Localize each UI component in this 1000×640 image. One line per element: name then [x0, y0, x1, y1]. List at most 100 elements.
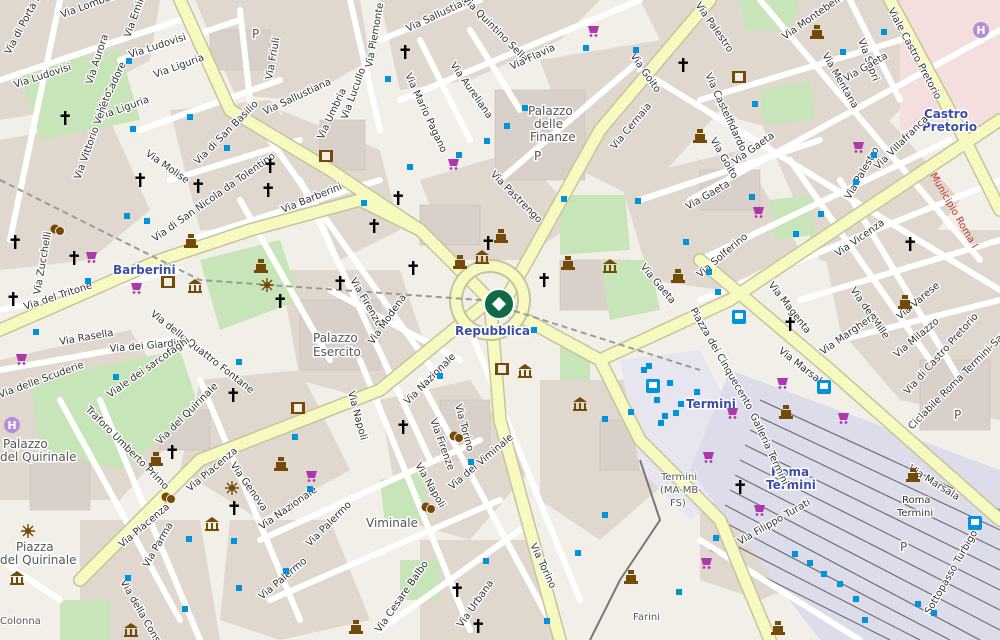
- bus-stop-icon[interactable]: [182, 606, 188, 612]
- bus-stop-icon[interactable]: [124, 213, 130, 219]
- bus-stop-icon[interactable]: [385, 76, 391, 82]
- bus-stop-icon[interactable]: [635, 198, 641, 204]
- cinema-icon[interactable]: [495, 363, 509, 375]
- bus-stop-icon[interactable]: [694, 389, 700, 395]
- cinema-icon[interactable]: [161, 276, 175, 288]
- bus-stop-icon[interactable]: [283, 568, 289, 574]
- bus-stop-icon[interactable]: [531, 327, 537, 333]
- bus-stop-icon[interactable]: [292, 434, 298, 440]
- bus-stop-icon[interactable]: [821, 571, 827, 577]
- bus-stop-icon[interactable]: [407, 164, 413, 170]
- bus-stop-icon[interactable]: [468, 459, 474, 465]
- bus-stop-icon[interactable]: [713, 535, 719, 541]
- bus-stop-icon[interactable]: [732, 310, 746, 324]
- bus-stop-icon[interactable]: [522, 105, 528, 111]
- bus-stop-icon[interactable]: [130, 126, 136, 132]
- bus-stop-icon[interactable]: [483, 558, 489, 564]
- bus-stop-icon[interactable]: [678, 401, 684, 407]
- bus-stop-icon[interactable]: [793, 231, 799, 237]
- fountain-icon[interactable]: [21, 524, 35, 538]
- bus-stop-icon[interactable]: [853, 179, 859, 185]
- label-colonna: Colonna: [0, 616, 41, 627]
- bus-stop-icon[interactable]: [840, 49, 846, 55]
- bus-stop-icon[interactable]: [862, 617, 868, 623]
- bus-stop-icon[interactable]: [126, 58, 132, 64]
- bus-stop-icon[interactable]: [561, 196, 567, 202]
- fountain-icon[interactable]: [225, 481, 239, 495]
- bus-stop-icon[interactable]: [575, 550, 581, 556]
- label-p-north: P: [252, 27, 259, 41]
- street-rome-termini-mini-2: Termini: [896, 508, 933, 519]
- bus-stop-icon[interactable]: [968, 516, 982, 530]
- label-viminale: Viminale: [366, 516, 418, 530]
- label-palazzo-esercito-1: Palazzo: [313, 331, 358, 345]
- bus-stop-icon[interactable]: [33, 329, 39, 335]
- bus-stop-icon[interactable]: [817, 380, 831, 394]
- bus-stop-icon[interactable]: [667, 380, 673, 386]
- bus-stop-icon[interactable]: [628, 409, 634, 415]
- bus-stop-icon[interactable]: [307, 486, 313, 492]
- label-termini-mamb-2: (MA-MB-: [660, 485, 702, 496]
- bus-stop-icon[interactable]: [646, 363, 652, 369]
- bus-stop-icon[interactable]: [871, 152, 877, 158]
- bus-stop-icon[interactable]: [715, 289, 721, 295]
- bus-stop-icon[interactable]: [583, 45, 589, 51]
- bus-stop-icon[interactable]: [186, 536, 192, 542]
- bus-stop-icon[interactable]: [837, 581, 843, 587]
- bus-stop-icon[interactable]: [144, 218, 150, 224]
- bus-stop-icon[interactable]: [236, 359, 242, 365]
- map-canvas[interactable]: Barberini Repubblica Termini CastroPretorio…: [0, 0, 1000, 640]
- bus-stop-icon[interactable]: [646, 379, 660, 393]
- bus-stop-icon[interactable]: [602, 416, 608, 422]
- bus-stop-icon[interactable]: [602, 512, 608, 518]
- bus-stop-icon[interactable]: [633, 47, 639, 53]
- bus-stop-icon[interactable]: [654, 397, 660, 403]
- bus-stop-icon[interactable]: [361, 200, 367, 206]
- label-palazzo-esercito-2: Esercito: [313, 345, 361, 359]
- bus-stop-icon[interactable]: [125, 575, 131, 581]
- bus-stop-icon[interactable]: [807, 560, 813, 566]
- fountain-icon[interactable]: [260, 278, 274, 292]
- bus-stop-icon[interactable]: [792, 551, 798, 557]
- bus-stop-icon[interactable]: [915, 601, 921, 607]
- location-pin-icon[interactable]: [483, 288, 515, 320]
- cinema-icon[interactable]: [732, 71, 746, 83]
- label-palazzo-finanze-2: delle: [534, 117, 563, 131]
- hospital-icon[interactable]: H: [973, 22, 989, 38]
- bus-stop-icon[interactable]: [231, 538, 237, 544]
- bus-stop-icon[interactable]: [437, 373, 443, 379]
- bus-stop-icon[interactable]: [224, 145, 230, 151]
- label-p-finanze: P: [534, 149, 541, 163]
- map-view[interactable]: Barberini Repubblica Termini Castro Pretorio…: [0, 0, 1000, 640]
- bus-stop-icon[interactable]: [113, 374, 119, 380]
- hospital-icon[interactable]: H: [4, 417, 20, 433]
- label-barberini: Barberini: [113, 263, 176, 277]
- bus-stop-icon[interactable]: [676, 589, 682, 595]
- bus-stop-icon[interactable]: [931, 610, 937, 616]
- bus-stop-icon[interactable]: [853, 596, 859, 602]
- bus-stop-icon[interactable]: [484, 138, 490, 144]
- bus-stop-icon[interactable]: [187, 114, 193, 120]
- bus-stop-icon[interactable]: [706, 269, 712, 275]
- bus-stop-icon[interactable]: [544, 618, 550, 624]
- bus-stop-icon[interactable]: [85, 278, 91, 284]
- label-piazza-quirinale-2: del Quirinale: [0, 553, 76, 567]
- bus-stop-icon[interactable]: [662, 413, 668, 419]
- bus-stop-icon[interactable]: [504, 123, 510, 129]
- bus-stop-icon[interactable]: [683, 239, 689, 245]
- cinema-icon[interactable]: [291, 402, 305, 414]
- label-p-east: P: [954, 408, 961, 422]
- bus-stop-icon[interactable]: [658, 420, 664, 426]
- bus-stop-icon[interactable]: [456, 152, 462, 158]
- bus-stop-icon[interactable]: [236, 585, 242, 591]
- label-p-termini: P: [900, 540, 907, 554]
- bus-stop-icon[interactable]: [749, 194, 755, 200]
- label-roma-termini-2: Termini: [766, 478, 816, 492]
- bus-stop-icon[interactable]: [881, 29, 887, 35]
- cinema-icon[interactable]: [319, 150, 333, 162]
- label-piazza-quirinale-1: Piazza: [16, 540, 54, 554]
- bus-stop-icon[interactable]: [752, 101, 758, 107]
- bus-stop-icon[interactable]: [673, 410, 679, 416]
- bus-stop-icon[interactable]: [818, 211, 824, 217]
- svg-text:H: H: [976, 24, 985, 37]
